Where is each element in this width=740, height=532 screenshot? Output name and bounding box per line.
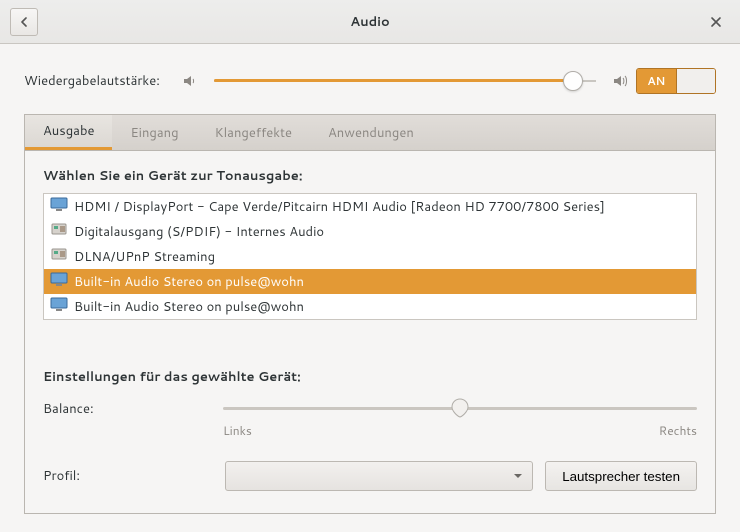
balance-row: Balance: Links Rechts [43,398,697,439]
device-item[interactable]: HDMI / DisplayPort - Cape Verde/Pitcairn… [44,194,696,219]
choose-device-label: Wählen Sie ein Gerät zur Tonausgabe: [43,167,697,185]
balance-label: Balance: [43,398,223,418]
tab-klangeffekte[interactable]: Klangeffekte [197,115,310,150]
profile-row: Profil: Lautsprecher testen [43,461,697,491]
profile-label: Profil: [43,467,213,485]
window-title: Audio [0,13,740,31]
device-label: DLNA/UPnP Streaming [74,248,215,266]
profile-select[interactable] [225,461,533,491]
tab-eingang[interactable]: Eingang [112,115,196,150]
soundcard-icon [50,246,68,267]
device-item[interactable]: Digitalausgang (S/PDIF) - Internes Audio [44,219,696,244]
toggle-on-label: AN [637,69,676,93]
device-label: HDMI / DisplayPort - Cape Verde/Pitcairn… [74,198,605,216]
chevron-left-icon [19,17,29,27]
device-list: HDMI / DisplayPort - Cape Verde/Pitcairn… [43,193,697,320]
volume-row: Wiedergabelautstärke: AN [24,68,716,94]
volume-label: Wiedergabelautstärke: [24,72,174,90]
toggle-off-side [676,69,716,93]
soundcard-icon [50,221,68,242]
balance-slider-thumb[interactable] [451,398,469,418]
balance-right-label: Rechts [659,422,697,439]
volume-slider-thumb[interactable] [563,71,583,91]
monitor-icon [50,271,68,292]
volume-slider[interactable] [214,71,596,91]
back-button[interactable] [10,8,38,36]
device-settings-label: Einstellungen für das gewählte Gerät: [43,368,697,386]
test-speakers-button[interactable]: Lautsprecher testen [545,461,697,491]
close-icon [710,16,722,28]
speaker-low-icon [182,73,198,89]
monitor-icon [50,296,68,317]
balance-left-label: Links [223,422,252,439]
tab-ausgabe[interactable]: Ausgabe [25,115,112,150]
speaker-high-icon [612,73,628,89]
tabbar: AusgabeEingangKlangeffekteAnwendungen [24,114,716,150]
titlebar: Audio [0,0,740,44]
output-panel: Wählen Sie ein Gerät zur Tonausgabe: HDM… [24,150,716,514]
tab-anwendungen[interactable]: Anwendungen [310,115,432,150]
device-label: Digitalausgang (S/PDIF) - Internes Audio [74,223,324,241]
balance-slider[interactable] [223,398,697,418]
device-label: Built-in Audio Stereo on pulse@wohn [74,273,304,291]
close-button[interactable] [702,8,730,36]
volume-toggle[interactable]: AN [636,68,716,94]
device-item[interactable]: Built-in Audio Stereo on pulse@wohn [44,294,696,319]
device-item[interactable]: DLNA/UPnP Streaming [44,244,696,269]
monitor-icon [50,196,68,217]
device-label: Built-in Audio Stereo on pulse@wohn [74,298,304,316]
device-item[interactable]: Built-in Audio Stereo on pulse@wohn [44,269,696,294]
